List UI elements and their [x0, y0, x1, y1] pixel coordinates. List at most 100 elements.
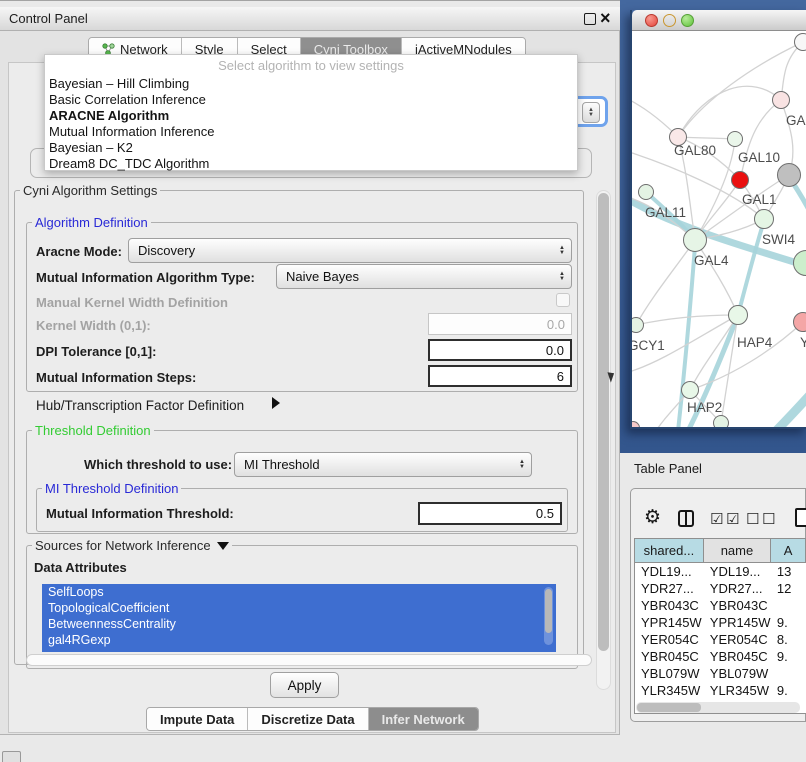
column-header-name[interactable]: name — [704, 539, 771, 562]
table-cell: YDR27... — [636, 580, 705, 597]
table-header-row: shared...nameA — [635, 539, 806, 563]
kernel-width-input[interactable]: 0.0 — [428, 313, 572, 335]
algorithm-option-mutual-information-inference[interactable]: Mutual Information Inference — [45, 124, 577, 140]
checked-checkbox-icon[interactable]: ☑ — [726, 510, 739, 528]
float-window-icon[interactable] — [584, 13, 596, 25]
table-cell: YDL19... — [636, 563, 705, 580]
algorithm-option-dream8-dc-tdc-algorithm[interactable]: Dream8 DC_TDC Algorithm — [45, 156, 577, 172]
table-row[interactable]: YBL079WYBL079W — [636, 665, 806, 682]
apply-button[interactable]: Apply — [270, 672, 339, 698]
columns-icon[interactable] — [678, 510, 694, 527]
node-label-hap2: HAP2 — [687, 400, 722, 415]
threshold-definition-title: Threshold Definition — [32, 423, 154, 438]
network-node[interactable] — [793, 312, 806, 332]
table-cell: YDL19... — [705, 563, 772, 580]
network-node[interactable] — [777, 163, 801, 187]
network-node[interactable] — [713, 415, 729, 427]
minimize-traffic-light[interactable] — [663, 14, 676, 27]
table-row[interactable]: YLR345WYLR345W9. — [636, 682, 806, 699]
table-cell: YBR045C — [636, 648, 705, 665]
network-node[interactable] — [727, 131, 743, 147]
network-window-titlebar[interactable] — [632, 10, 806, 31]
control-panel-title: Control Panel — [9, 11, 88, 26]
network-node[interactable] — [731, 171, 749, 189]
algorithm-option-aracne-algorithm[interactable]: ARACNE Algorithm — [45, 108, 577, 124]
table-cell: 12 — [772, 580, 806, 597]
which-threshold-label: Which threshold to use: — [84, 457, 232, 472]
mi-type-select[interactable]: Naive Bayes ▲▼ — [276, 264, 572, 289]
attribute-item-gal4rgexp[interactable]: gal4RGexp — [42, 632, 556, 648]
which-threshold-value: MI Threshold — [244, 457, 320, 472]
network-node[interactable] — [683, 228, 707, 252]
network-node[interactable] — [754, 209, 774, 229]
unchecked-checkbox-icon[interactable]: ☐ — [746, 510, 759, 528]
window-top-border — [0, 0, 622, 1]
table-cell: 9. — [772, 682, 806, 699]
table-row[interactable]: YER054CYER054C8. — [636, 631, 806, 648]
settings-scrollbar-thumb[interactable] — [598, 193, 609, 651]
algorithm-option-bayesian-hill-climbing[interactable]: Bayesian – Hill Climbing — [45, 76, 577, 92]
table-cell: 9. — [772, 648, 806, 665]
zoom-traffic-light[interactable] — [681, 14, 694, 27]
table-row[interactable]: YDR27...YDR27...12 — [636, 580, 806, 597]
bottom-tab-bar: Impute DataDiscretize DataInfer Network — [146, 707, 479, 731]
network-node[interactable] — [681, 381, 699, 399]
network-node[interactable] — [638, 184, 654, 200]
algorithm-option-bayesian-k2[interactable]: Bayesian – K2 — [45, 140, 577, 156]
table-cell: YLR345W — [636, 682, 705, 699]
sources-collapse-icon[interactable] — [217, 542, 229, 550]
algorithm-prompt: Select algorithm to view settings — [45, 55, 577, 76]
data-attributes-list[interactable]: SelfLoopsTopologicalCoefficientBetweenne… — [42, 584, 556, 652]
table-cell: YPR145W — [705, 614, 772, 631]
which-threshold-select[interactable]: MI Threshold ▲▼ — [234, 452, 532, 477]
mi-threshold-input[interactable]: 0.5 — [418, 502, 562, 525]
mi-steps-input[interactable]: 6 — [428, 365, 572, 387]
close-icon[interactable]: × — [600, 6, 611, 30]
dpi-tolerance-input[interactable]: 0.0 — [428, 339, 572, 361]
dpi-tolerance-label: DPI Tolerance [0,1]: — [36, 344, 156, 359]
algorithm-option-basic-correlation-inference[interactable]: Basic Correlation Inference — [45, 92, 577, 108]
mi-threshold-label: Mutual Information Threshold: — [46, 506, 234, 521]
aracne-mode-select[interactable]: Discovery ▲▼ — [128, 238, 572, 263]
table-cell: YBR045C — [705, 648, 772, 665]
close-traffic-light[interactable] — [645, 14, 658, 27]
checked-checkbox-icon[interactable]: ☑ — [710, 510, 723, 528]
attribute-item-selfloops[interactable]: SelfLoops — [42, 584, 556, 600]
network-canvas[interactable]: GAL80GAL10GALGAL1GAL11SWI4GAL4GCY1HAP4YH… — [632, 31, 806, 427]
kernel-width-label: Kernel Width (0,1): — [36, 318, 151, 333]
attribute-item-betweennesscentrality[interactable]: BetweennessCentrality — [42, 616, 556, 632]
table-row[interactable]: YBR043CYBR043C — [636, 597, 806, 614]
gear-icon[interactable]: ⚙ — [644, 506, 661, 528]
tab-discretize-data[interactable]: Discretize Data — [248, 708, 368, 730]
network-node[interactable] — [772, 91, 790, 109]
column-header-shared[interactable]: shared... — [635, 539, 704, 562]
node-label-hap4: HAP4 — [737, 335, 772, 350]
minimized-panel-icon[interactable] — [2, 751, 21, 762]
stepper-arrows-icon: ▲▼ — [582, 102, 600, 123]
hub-expand-icon[interactable] — [272, 397, 280, 409]
table-cell — [772, 665, 806, 682]
algorithm-definition-title: Algorithm Definition — [32, 215, 151, 230]
manual-kernel-checkbox[interactable] — [556, 293, 570, 307]
aracne-mode-value: Discovery — [138, 243, 195, 258]
tab-infer-network[interactable]: Infer Network — [369, 708, 478, 730]
table-cell: YBR043C — [636, 597, 705, 614]
table-row[interactable]: YDL19...YDL19...13 — [636, 563, 806, 580]
table-cell: 9. — [772, 614, 806, 631]
column-header-a[interactable]: A — [771, 539, 806, 562]
network-node[interactable] — [794, 33, 806, 51]
tab-impute-data[interactable]: Impute Data — [147, 708, 248, 730]
table-row[interactable]: YPR145WYPR145W9. — [636, 614, 806, 631]
network-node[interactable] — [728, 305, 748, 325]
algorithm-dropdown-popup: Select algorithm to view settings Bayesi… — [44, 54, 578, 171]
attribute-item-topologicalcoefficient[interactable]: TopologicalCoefficient — [42, 600, 556, 616]
table-row[interactable]: YBR045CYBR045C9. — [636, 648, 806, 665]
file-icon[interactable] — [795, 508, 806, 527]
control-panel-titlebar: Control Panel — [0, 7, 620, 31]
attributes-scrollbar-thumb[interactable] — [545, 589, 552, 633]
unchecked-checkbox-icon[interactable]: ☐ — [762, 510, 775, 528]
sources-hscrollbar[interactable] — [26, 654, 592, 666]
table-hscrollbar-thumb[interactable] — [637, 703, 701, 712]
table-cell: YBL079W — [636, 665, 705, 682]
table-cell: YER054C — [636, 631, 705, 648]
